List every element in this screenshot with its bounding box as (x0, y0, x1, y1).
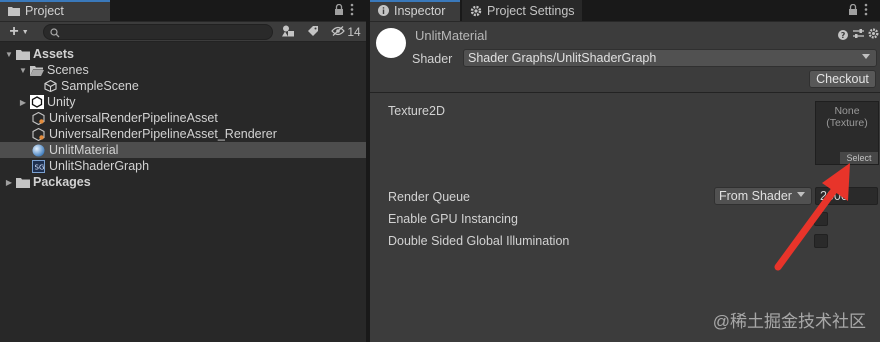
tree-item-label: SampleScene (61, 79, 139, 93)
add-button[interactable]: + ▼ (4, 23, 34, 41)
unity-asset-icon (30, 95, 44, 109)
add-label: + (9, 23, 19, 40)
tree-item-label: UniversalRenderPipelineAsset_Renderer (49, 127, 277, 141)
texture-type-text: (Texture) (826, 117, 868, 129)
shapes-icon (281, 25, 295, 40)
renderer-asset-icon (32, 127, 45, 141)
tree-item-scenes[interactable]: ▼ Scenes (0, 62, 366, 78)
folder-icon (16, 49, 30, 60)
tab-inspector-label: Inspector (394, 3, 446, 18)
double-sided-gi-label: Double Sided Global Illumination (388, 234, 570, 248)
tree-item-samplescene[interactable]: SampleScene (0, 78, 366, 94)
expand-arrow-icon[interactable]: ▶ (4, 177, 14, 187)
shader-value: Shader Graphs/UnlitShaderGraph (468, 51, 657, 65)
kebab-menu-icon[interactable] (350, 3, 354, 19)
shader-dropdown[interactable]: Shader Graphs/UnlitShaderGraph (463, 49, 877, 67)
lock-icon[interactable] (848, 3, 858, 19)
tree-item-unlitmaterial[interactable]: UnlitMaterial (0, 142, 366, 158)
texture2d-label: Texture2D (388, 104, 445, 118)
tree-item-label: Assets (33, 47, 74, 61)
checkout-label: Checkout (816, 72, 869, 86)
svg-text:SG: SG (35, 163, 45, 171)
search-icon (50, 27, 60, 41)
hidden-count: 14 (347, 25, 361, 39)
shader-label: Shader (412, 52, 453, 66)
help-icon[interactable]: ? (838, 29, 848, 43)
tree-item-label: UnlitMaterial (49, 143, 119, 157)
pipeline-asset-icon (32, 111, 45, 125)
folder-icon (8, 6, 20, 16)
tab-project-settings-label: Project Settings (487, 3, 575, 18)
kebab-menu-icon[interactable] (864, 3, 868, 19)
folder-open-icon (30, 65, 44, 76)
right-tabbar: Inspector Project Settings (370, 0, 880, 21)
tab-project-label: Project (25, 3, 64, 18)
tree-item-urp-renderer[interactable]: UniversalRenderPipelineAsset_Renderer (0, 126, 366, 142)
lock-icon[interactable] (334, 3, 344, 19)
material-preview-icon (376, 28, 406, 58)
info-icon (378, 5, 389, 16)
tree-item-label: Scenes (47, 63, 89, 77)
tab-project[interactable]: Project (0, 0, 110, 21)
tree-item-unlitshadergraph[interactable]: SG UnlitShaderGraph (0, 158, 366, 174)
svg-text:?: ? (841, 31, 846, 40)
hidden-packages-toggle[interactable]: 14 (328, 23, 364, 41)
tab-project-settings[interactable]: Project Settings (462, 0, 582, 21)
expand-arrow-icon[interactable]: ▼ (4, 49, 14, 59)
render-queue-label: Render Queue (388, 190, 471, 204)
material-name: UnlitMaterial (415, 28, 488, 43)
folder-icon (16, 177, 30, 188)
tree-item-packages[interactable]: ▶ Packages (0, 174, 366, 190)
tag-icon (307, 25, 319, 40)
gpu-instancing-label: Enable GPU Instancing (388, 212, 518, 226)
tree-item-assets[interactable]: ▼ Assets (0, 46, 366, 62)
eye-slash-icon (331, 25, 346, 39)
tree-item-label: Packages (33, 175, 91, 189)
settings-gear-icon[interactable] (868, 28, 879, 42)
project-panel: + ▼ 14 ▼ Assets ▼ Scenes SampleScene ▶ U… (0, 22, 366, 342)
texture-none-text: None (834, 105, 860, 117)
material-sphere-icon (32, 144, 45, 157)
checkout-button[interactable]: Checkout (809, 70, 876, 88)
annotation-arrow (774, 163, 850, 271)
search-input[interactable] (43, 24, 273, 40)
watermark-text: @稀土掘金技术社区 (712, 312, 866, 331)
tree-item-urp-asset[interactable]: UniversalRenderPipelineAsset (0, 110, 366, 126)
expand-arrow-icon[interactable]: ▼ (18, 65, 28, 75)
scene-icon (44, 80, 57, 92)
tree-item-label: Unity (47, 95, 76, 109)
project-toolbar: + ▼ 14 (0, 22, 366, 42)
left-tabbar: Project (0, 0, 366, 21)
gear-icon (470, 5, 482, 17)
tab-inspector[interactable]: Inspector (370, 0, 460, 21)
shadergraph-icon: SG (32, 159, 45, 173)
tree-item-label: UniversalRenderPipelineAsset (49, 111, 218, 125)
presets-icon[interactable] (853, 28, 864, 42)
chevron-down-icon (862, 54, 870, 59)
expand-arrow-icon[interactable]: ▶ (18, 97, 28, 107)
filter-by-type-button[interactable] (278, 23, 298, 41)
tree-item-label: UnlitShaderGraph (49, 159, 150, 173)
filter-by-label-button[interactable] (303, 23, 323, 41)
tree-item-unity[interactable]: ▶ Unity (0, 94, 366, 110)
chevron-down-icon: ▼ (21, 28, 29, 36)
